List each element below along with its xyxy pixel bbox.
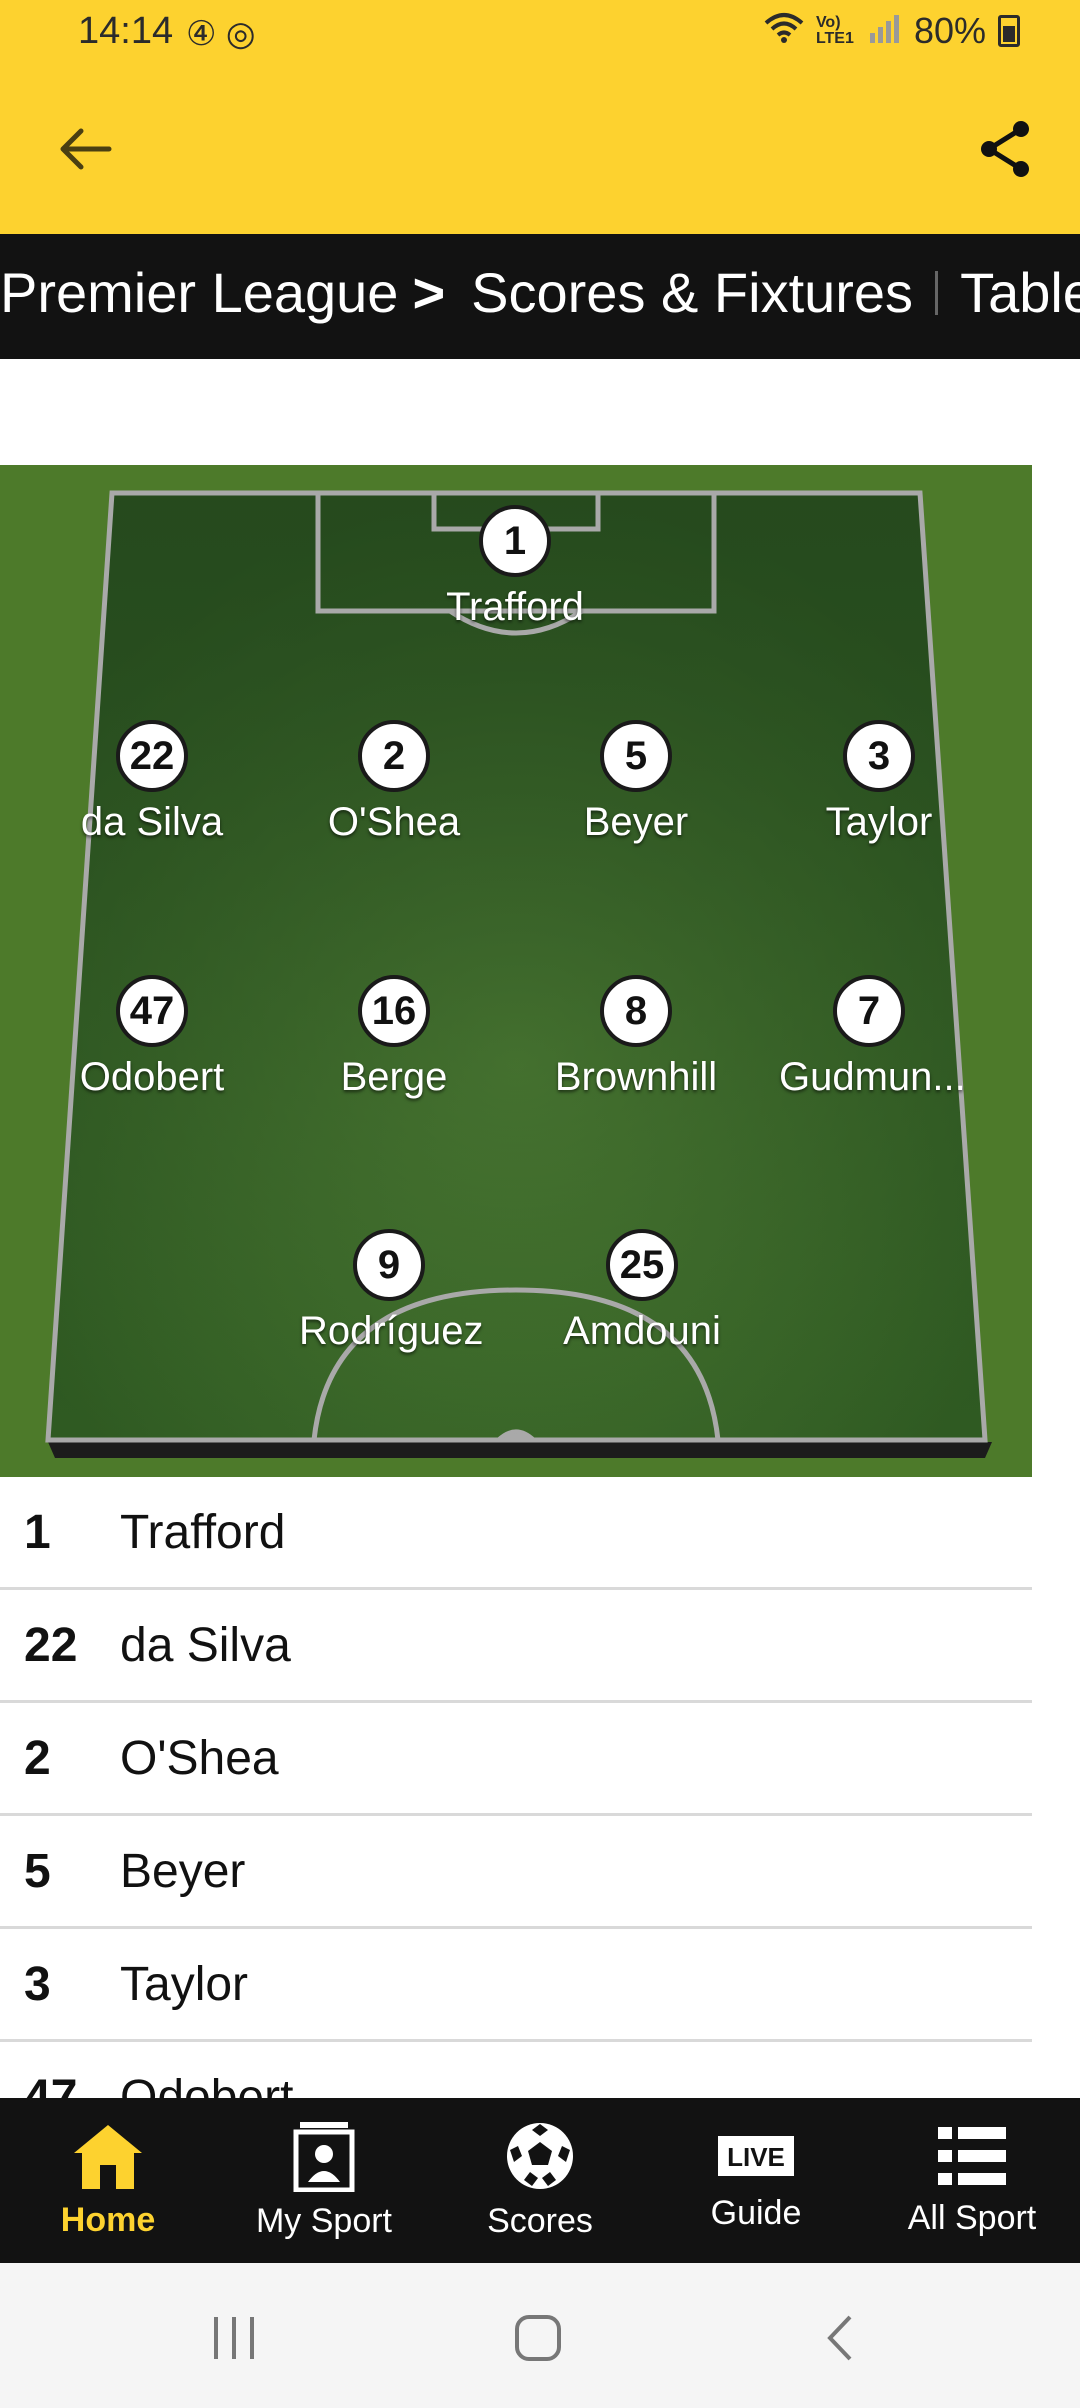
wifi-icon: [764, 10, 804, 52]
player-number-badge: 1: [479, 505, 551, 577]
breadcrumb-league[interactable]: Premier League: [0, 260, 398, 325]
list-item-number: 1: [24, 1505, 51, 1559]
player-name: Amdouni: [563, 1309, 721, 1353]
lineup-player[interactable]: 8 Brownhill: [546, 975, 726, 1100]
list-item-name: Taylor: [120, 1957, 249, 2011]
list-item-number: 2: [24, 1731, 51, 1785]
back-nav-button[interactable]: [800, 2303, 880, 2373]
player-name: Beyer: [583, 800, 689, 844]
network-label: Vo) LTE1: [815, 14, 854, 47]
bottom-tab-bar: Home My Sport Scores LIVE Guide All Spor…: [0, 2098, 1080, 2263]
tab-label: Scores: [487, 2202, 593, 2240]
lineup-player[interactable]: 25 Amdouni: [552, 1229, 732, 1354]
list-item-name: da Silva: [120, 1618, 291, 1672]
list-item[interactable]: 5 Beyer: [0, 1816, 1032, 1929]
breadcrumb: Premier League > Scores & Fixtures Table: [0, 234, 1080, 359]
list-item-name: Beyer: [120, 1844, 246, 1898]
nav-divider: [935, 270, 939, 315]
share-icon: [981, 121, 1029, 177]
svg-text:LIVE: LIVE: [727, 2142, 785, 2172]
list-item-number: 22: [24, 1618, 78, 1672]
player-list: 1 Trafford 22 da Silva 2 O'Shea 5 Beyer …: [0, 1477, 1032, 2155]
player-number-badge: 8: [600, 975, 672, 1047]
list-item[interactable]: 22 da Silva: [0, 1590, 1032, 1703]
tab-all-sport[interactable]: All Sport: [864, 2098, 1080, 2263]
share-button[interactable]: [970, 114, 1040, 184]
battery-icon: [998, 15, 1020, 47]
battery-percent: 80%: [913, 10, 986, 51]
home-circle-icon: [515, 2315, 561, 2361]
player-number-badge: 2: [358, 720, 430, 792]
player-number-badge: 9: [353, 1229, 425, 1301]
player-name: O'Shea: [327, 800, 461, 844]
player-number-badge: 22: [116, 720, 188, 792]
lineup-player[interactable]: 7 Gudmun...: [779, 975, 966, 1100]
back-button[interactable]: [50, 114, 120, 184]
list-item[interactable]: 2 O'Shea: [0, 1703, 1032, 1816]
tab-label: All Sport: [907, 2199, 1037, 2237]
lineup-player[interactable]: 2 O'Shea: [304, 720, 484, 845]
notification-icons: ④ ◎: [186, 15, 256, 53]
player-number-badge: 3: [843, 720, 915, 792]
system-nav-bar: [0, 2263, 1080, 2408]
player-name: Trafford: [446, 585, 584, 629]
lineup-player[interactable]: 16 Berge: [304, 975, 484, 1100]
recent-apps-button[interactable]: [195, 2303, 275, 2373]
list-icon: [938, 2127, 1006, 2185]
tab-home[interactable]: Home: [0, 2098, 216, 2263]
list-item-name: Trafford: [120, 1505, 286, 1559]
player-number-badge: 7: [833, 975, 905, 1047]
home-icon: [74, 2125, 142, 2189]
nav-scores-fixtures[interactable]: Scores & Fixtures: [471, 260, 913, 325]
player-name: Gudmun...: [779, 1055, 966, 1099]
tab-guide[interactable]: LIVE Guide: [648, 2098, 864, 2263]
chevron-left-icon: [827, 2315, 852, 2361]
player-name: Berge: [340, 1055, 448, 1099]
breadcrumb-items: Premier League > Scores & Fixtures Table: [0, 260, 1080, 325]
list-item-number: 5: [24, 1844, 51, 1898]
player-number-badge: 16: [358, 975, 430, 1047]
status-time: 14:14: [78, 10, 174, 52]
player-number-badge: 47: [116, 975, 188, 1047]
lineup-player[interactable]: 22 da Silva: [62, 720, 242, 845]
player-name: Odobert: [79, 1055, 225, 1099]
home-button[interactable]: [498, 2303, 578, 2373]
my-sport-icon: [293, 2122, 355, 2192]
status-bar: 14:14 ④ ◎ Vo) LTE1 80%: [0, 0, 1080, 64]
tab-label: Home: [60, 2201, 156, 2239]
lineup-player[interactable]: 9 Rodríguez: [299, 1229, 484, 1354]
player-name: Rodríguez: [299, 1309, 484, 1353]
arrow-left-icon: [60, 128, 112, 170]
tab-label: Guide: [710, 2194, 802, 2232]
recent-apps-icon: [214, 2317, 254, 2359]
nav-table[interactable]: Table: [960, 260, 1080, 325]
tab-my-sport[interactable]: My Sport: [216, 2098, 432, 2263]
player-name: Brownhill: [554, 1055, 718, 1099]
list-item-number: 3: [24, 1957, 51, 2011]
breadcrumb-separator: >: [412, 261, 446, 324]
lineup-pitch: 1 Trafford 22 da Silva 2 O'Shea 5 Beyer …: [0, 465, 1032, 1477]
list-item[interactable]: 3 Taylor: [0, 1929, 1032, 2042]
player-number-badge: 25: [606, 1229, 678, 1301]
football-icon: [507, 2123, 573, 2189]
lineup-player[interactable]: 1 Trafford: [425, 505, 605, 630]
lineup-player[interactable]: 47 Odobert: [62, 975, 242, 1100]
lineup-player[interactable]: 3 Taylor: [789, 720, 969, 845]
tab-scores[interactable]: Scores: [432, 2098, 648, 2263]
live-icon: LIVE: [718, 2136, 794, 2176]
player-name: Taylor: [825, 800, 933, 844]
player-name: da Silva: [80, 800, 224, 844]
app-bar: [0, 64, 1080, 234]
tab-label: My Sport: [255, 2202, 393, 2240]
signal-icon: [868, 10, 902, 52]
status-right: Vo) LTE1 80%: [764, 10, 1020, 52]
list-item-name: O'Shea: [120, 1731, 279, 1785]
player-number-badge: 5: [600, 720, 672, 792]
list-item[interactable]: 1 Trafford: [0, 1477, 1032, 1590]
lineup-player[interactable]: 5 Beyer: [546, 720, 726, 845]
